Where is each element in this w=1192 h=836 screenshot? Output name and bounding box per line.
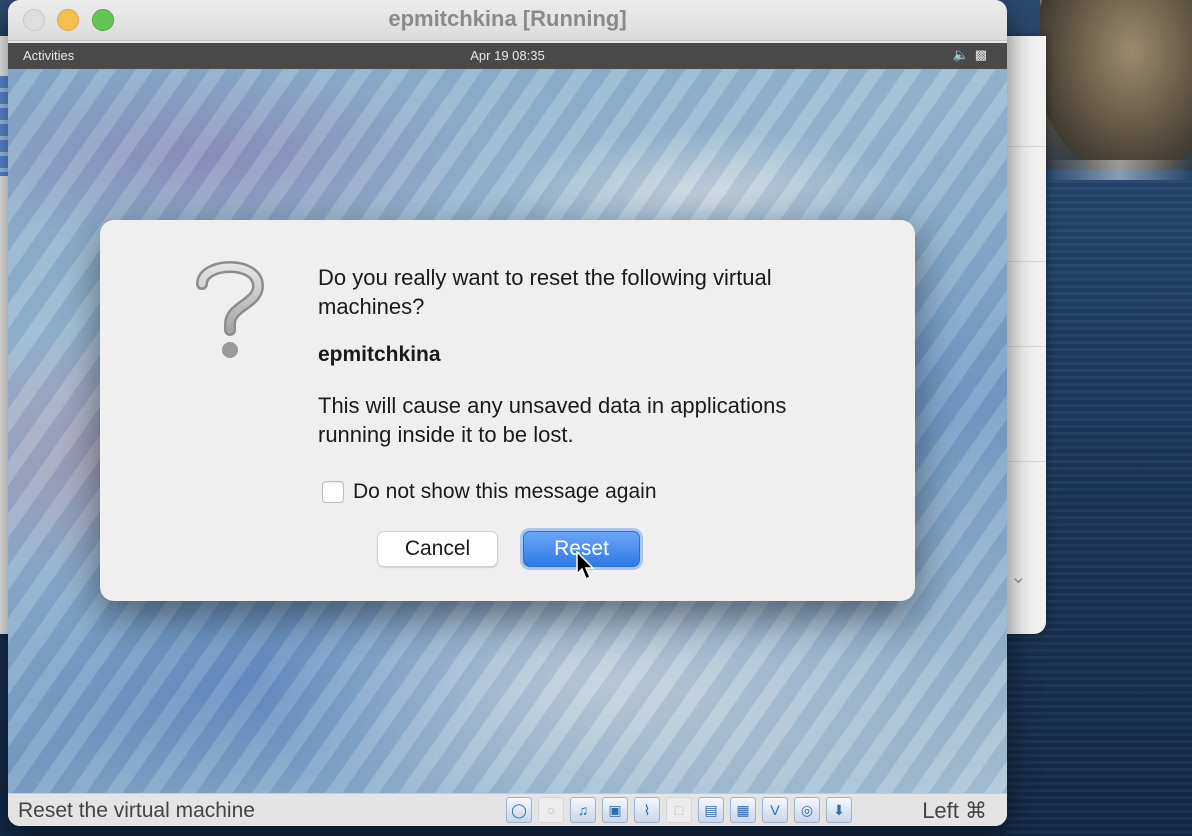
- background-list-divider: [1006, 261, 1046, 262]
- host-key-indicator[interactable]: Left ⌘: [922, 798, 987, 824]
- dont-show-again-checkbox[interactable]: [322, 481, 344, 503]
- reset-confirm-dialog: Do you really want to reset the followin…: [100, 220, 915, 601]
- background-list-divider: [1006, 461, 1046, 462]
- title-bar: epmitchkina [Running]: [8, 0, 1007, 41]
- sea-foam: [1046, 160, 1192, 180]
- question-mark-icon: [196, 261, 265, 358]
- device-icons: ◯ ○ ♫ ▣ ⌇ □ ▤ ▦ V ◎ ⬇: [506, 797, 852, 823]
- background-list-divider: [1006, 346, 1046, 347]
- coastal-cliff-image: [1040, 0, 1192, 170]
- capture-icon[interactable]: ▦: [730, 797, 756, 823]
- shared-folder-icon[interactable]: □: [666, 797, 692, 823]
- optical-disk-icon[interactable]: ◯: [506, 797, 532, 823]
- status-message: Reset the virtual machine: [18, 799, 255, 822]
- recording-icon[interactable]: V: [762, 797, 788, 823]
- dialog-question: Do you really want to reset the followin…: [318, 265, 772, 319]
- dont-show-again-option[interactable]: Do not show this message again: [322, 480, 657, 504]
- display-icon[interactable]: ▤: [698, 797, 724, 823]
- chevron-down-icon[interactable]: ⌄: [1010, 564, 1027, 589]
- background-list-divider: [1006, 146, 1046, 147]
- floppy-icon[interactable]: ○: [538, 797, 564, 823]
- status-bar: Reset the virtual machine ◯ ○ ♫ ▣ ⌇ □ ▤ …: [8, 793, 1007, 826]
- dont-show-again-label[interactable]: Do not show this message again: [353, 480, 657, 504]
- mouse-cursor-icon: [576, 551, 594, 581]
- cancel-button[interactable]: Cancel: [377, 531, 498, 567]
- mouse-integration-icon[interactable]: ◎: [794, 797, 820, 823]
- audio-icon[interactable]: ♫: [570, 797, 596, 823]
- network-icon[interactable]: ▣: [602, 797, 628, 823]
- dialog-warning: This will cause any unsaved data in appl…: [318, 393, 787, 447]
- keyboard-capture-icon[interactable]: ⬇: [826, 797, 852, 823]
- window-title: epmitchkina [Running]: [388, 6, 627, 31]
- usb-icon[interactable]: ⌇: [634, 797, 660, 823]
- vm-name: epmitchkina: [318, 343, 441, 366]
